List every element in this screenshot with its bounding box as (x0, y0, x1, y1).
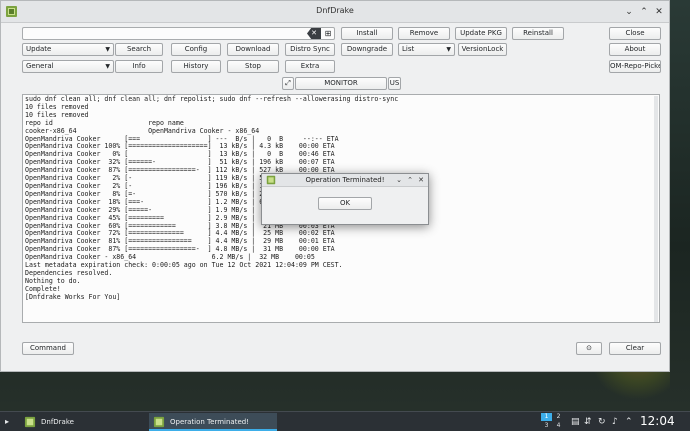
ok-button[interactable]: OK (318, 197, 372, 210)
dnfdrake-icon (153, 416, 165, 428)
task-label: DnfDrake (41, 418, 74, 426)
record-icon[interactable]: ⊙ (576, 342, 602, 355)
operation-terminated-dialog: Operation Terminated! ⌄ ⌃ ✕ OK (261, 173, 429, 225)
minimize-icon[interactable]: ⌄ (623, 6, 635, 18)
terminal-line: sudo dnf clean all; dnf clean all; dnf r… (25, 95, 399, 103)
monitor-label: MONITOR (295, 77, 387, 90)
chevron-down-icon: ▼ (105, 46, 110, 53)
dnfdrake-icon (24, 416, 36, 428)
command-button[interactable]: Command (22, 342, 74, 355)
language-label: US (388, 77, 401, 90)
close-window-icon[interactable]: ✕ (653, 6, 665, 18)
group-select[interactable]: General ▼ (22, 60, 114, 73)
close-window-icon[interactable]: ✕ (416, 175, 426, 185)
distro-sync-button[interactable]: Distro Sync (285, 43, 335, 56)
versionlock-button[interactable]: VersionLock (458, 43, 507, 56)
clipboard-icon[interactable]: ▤ (571, 417, 580, 427)
list-select[interactable]: List ▼ (398, 43, 455, 56)
search-input[interactable] (22, 27, 335, 40)
clock[interactable]: 12:04 (640, 414, 675, 428)
pin-icon[interactable]: ⤢ (282, 77, 294, 90)
terminal-line: Dependencies resolved. (25, 268, 113, 277)
mode-select-value: Update (26, 45, 52, 53)
extra-button[interactable]: Extra (285, 60, 335, 73)
volume-icon[interactable]: ♪ (612, 417, 618, 427)
stop-button[interactable]: Stop (227, 60, 279, 73)
chevron-down-icon: ▼ (105, 63, 110, 70)
task-label: Operation Terminated! (170, 418, 249, 426)
desktop-2[interactable]: 2 (553, 413, 564, 421)
virtual-desktop-pager[interactable]: 1 2 3 4 (541, 413, 565, 431)
search-button[interactable]: Search (115, 43, 163, 56)
remove-button[interactable]: Remove (398, 27, 450, 40)
taskbar: ▸ DnfDrake Operation Terminated! 1 2 3 4… (0, 411, 690, 431)
download-button[interactable]: Download (227, 43, 279, 56)
terminal-line: 10 files removed (25, 102, 89, 111)
maximize-icon[interactable]: ⌃ (638, 6, 650, 18)
clear-button[interactable]: Clear (609, 342, 661, 355)
update-icon[interactable]: ↻ (598, 417, 606, 427)
search-options-icon[interactable]: ⊞ (322, 27, 334, 40)
desktop-4[interactable]: 4 (553, 422, 564, 430)
reinstall-button[interactable]: Reinstall (512, 27, 564, 40)
terminal-line: Nothing to do. (25, 276, 81, 285)
history-button[interactable]: History (171, 60, 221, 73)
scrollbar[interactable] (654, 96, 658, 322)
info-button[interactable]: Info (115, 60, 163, 73)
title-bar[interactable]: DnfDrake ⌄ ⌃ ✕ (1, 1, 669, 23)
minimize-icon[interactable]: ⌄ (394, 175, 404, 185)
maximize-icon[interactable]: ⌃ (405, 175, 415, 185)
about-button[interactable]: About (609, 43, 661, 56)
terminal-line: [Dnfdrake Works For You] (25, 292, 121, 301)
mode-select[interactable]: Update ▼ (22, 43, 114, 56)
tray-expand-icon[interactable]: ⌃ (625, 417, 633, 427)
network-icon[interactable]: ⇵ (584, 417, 592, 427)
menu-arrow-icon[interactable]: ▸ (5, 417, 9, 427)
task-dnfdrake[interactable]: DnfDrake (20, 413, 147, 431)
terminal-line: Last metadata expiration check: 0:00:05 … (25, 261, 343, 270)
dialog-title-bar[interactable]: Operation Terminated! ⌄ ⌃ ✕ (262, 174, 428, 187)
desktop-3[interactable]: 3 (541, 422, 552, 430)
list-select-value: List (402, 45, 415, 53)
task-operation-terminated[interactable]: Operation Terminated! (149, 413, 277, 431)
chevron-down-icon: ▼ (446, 46, 451, 53)
config-button[interactable]: Config (171, 43, 221, 56)
close-button[interactable]: Close (609, 27, 661, 40)
group-select-value: General (26, 62, 54, 70)
desktop-1[interactable]: 1 (541, 413, 552, 421)
downgrade-button[interactable]: Downgrade (341, 43, 393, 56)
install-button[interactable]: Install (341, 27, 393, 40)
om-repo-picker-button[interactable]: OM-Repo-Picker (609, 60, 661, 73)
window-title: DnfDrake (316, 6, 354, 15)
update-pkg-button[interactable]: Update PKG (455, 27, 507, 40)
